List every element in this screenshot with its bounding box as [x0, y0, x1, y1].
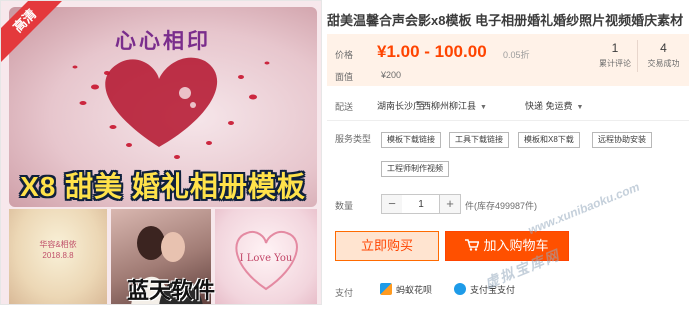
- add-to-cart-button[interactable]: 加入购物车: [445, 231, 569, 261]
- review-count-label: 累计评论: [599, 59, 631, 68]
- service-type-label: 服务类型: [335, 134, 372, 144]
- service-option-remote-install[interactable]: 远程协助安装: [592, 132, 652, 148]
- service-option-engineer-video[interactable]: 工程师制作视频: [381, 161, 449, 177]
- buy-now-button[interactable]: 立即购买: [335, 231, 439, 261]
- payment-label: 支付: [335, 288, 354, 298]
- sales-count: 4 交易成功: [637, 40, 689, 72]
- watermark-url: www.xunibaoku.com: [526, 179, 642, 238]
- brand-watermark: 蓝天软件: [126, 278, 215, 303]
- chevron-down-icon: ▼: [480, 104, 487, 111]
- thumbnail-couple-names: 华容&相依 2018.8.8: [9, 209, 107, 304]
- service-option-tool-download[interactable]: 工具下载链接: [449, 132, 509, 148]
- chevron-down-icon: ▼: [576, 104, 584, 111]
- add-to-cart-label: 加入购物车: [483, 238, 549, 253]
- quantity-input[interactable]: [402, 194, 440, 214]
- review-count-number: 1: [611, 41, 619, 55]
- thumbnail-love-text: I Love You: [239, 253, 293, 264]
- discount-text: 0.05折: [503, 50, 530, 60]
- service-option-template-and-x8[interactable]: 模板和X8下载: [518, 132, 580, 148]
- product-image[interactable]: 心心相印 高清 X8 甜美 婚礼相册模板 华容&相依 2018.8.8 I Lo…: [0, 0, 322, 305]
- service-option-template-download[interactable]: 模板下载链接: [381, 132, 441, 148]
- shipping-method-select[interactable]: 快递 免运费 ▼: [525, 99, 583, 112]
- payment-alipay: 支付宝支付: [454, 283, 515, 296]
- price-label: 价格: [335, 50, 354, 60]
- price-panel: 价格 ¥1.00 - 100.00 0.05折 面值 ¥200 1 累计评论 4…: [327, 34, 689, 86]
- sales-count-number: 4: [660, 41, 667, 55]
- thumbnail-names-text: 华容&相依: [39, 240, 77, 249]
- original-price-label: 面值: [335, 72, 354, 82]
- quantity-label: 数量: [335, 201, 354, 211]
- divider: [327, 120, 689, 121]
- review-count[interactable]: 1 累计评论: [589, 40, 641, 72]
- hero-title: 心心相印: [115, 29, 211, 53]
- quantity-increase-button[interactable]: +: [439, 194, 461, 214]
- shipping-label: 配送: [335, 102, 354, 112]
- quantity-decrease-button[interactable]: −: [381, 194, 403, 214]
- shipping-row: 配送 湖南长沙 至 广西柳州柳江县 ▼ 快递 免运费 ▼: [327, 96, 689, 114]
- original-price-value: ¥200: [381, 70, 402, 80]
- shipping-destination-select[interactable]: 广西柳州柳江县 ▼: [413, 99, 487, 112]
- alipay-icon: [454, 283, 466, 295]
- cart-icon: [465, 239, 480, 251]
- payment-huabei: 蚂蚁花呗: [380, 283, 432, 296]
- banner-title: X8 甜美 婚礼相册模板: [20, 171, 306, 202]
- thumbnail-date-text: 2018.8.8: [42, 251, 74, 260]
- sales-count-label: 交易成功: [647, 59, 680, 68]
- price-value: ¥1.00 - 100.00: [377, 42, 487, 61]
- stock-text: 件(库存499987件): [465, 201, 538, 211]
- huabei-icon: [380, 283, 392, 295]
- product-title: 甜美温馨合声会影x8模板 电子相册婚礼婚纱照片视频婚庆素材: [327, 13, 684, 28]
